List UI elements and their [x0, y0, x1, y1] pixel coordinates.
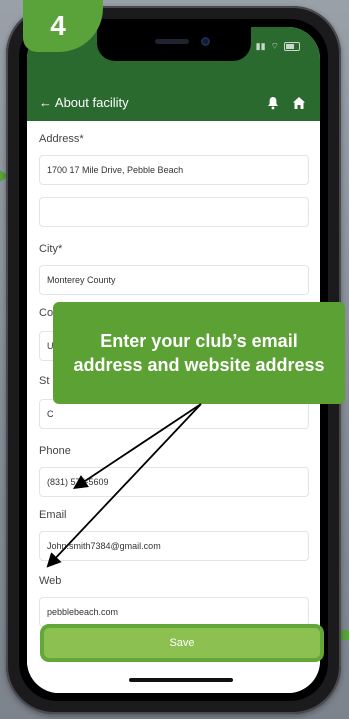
speaker-grille: [155, 39, 189, 44]
web-label: Web: [39, 575, 62, 587]
tutorial-callout: Enter your club’s email address and webs…: [53, 302, 345, 404]
phone-field[interactable]: (831) 574-5609: [39, 467, 309, 497]
email-field[interactable]: John.smith7384@gmail.com: [39, 531, 309, 561]
home-indicator: [129, 678, 233, 682]
state-label: St: [39, 375, 50, 387]
status-icons: ▮▮ ⌔: [256, 41, 300, 52]
signal-icon: ▮▮: [255, 41, 266, 51]
phone-label: Phone: [39, 445, 71, 457]
city-field[interactable]: Monterey County: [39, 265, 309, 295]
wifi-icon: ⌔: [270, 41, 279, 51]
app-header: ← About facility: [27, 87, 320, 121]
address-line-2-field[interactable]: [39, 197, 309, 227]
bell-icon[interactable]: [264, 94, 282, 112]
address-field[interactable]: 1700 17 Mile Drive, Pebble Beach: [39, 155, 309, 185]
email-label: Email: [39, 509, 67, 521]
save-button[interactable]: Save: [44, 628, 320, 658]
phone-notch: [97, 27, 251, 61]
front-camera: [201, 37, 210, 46]
back-button[interactable]: ← About facility: [39, 95, 129, 110]
web-field[interactable]: pebblebeach.com: [39, 597, 309, 627]
address-label: Address*: [39, 133, 84, 145]
battery-icon: [284, 42, 300, 51]
facility-form: Address* 1700 17 Mile Drive, Pebble Beac…: [27, 121, 320, 693]
home-icon[interactable]: [290, 94, 308, 112]
city-label: City*: [39, 243, 63, 255]
